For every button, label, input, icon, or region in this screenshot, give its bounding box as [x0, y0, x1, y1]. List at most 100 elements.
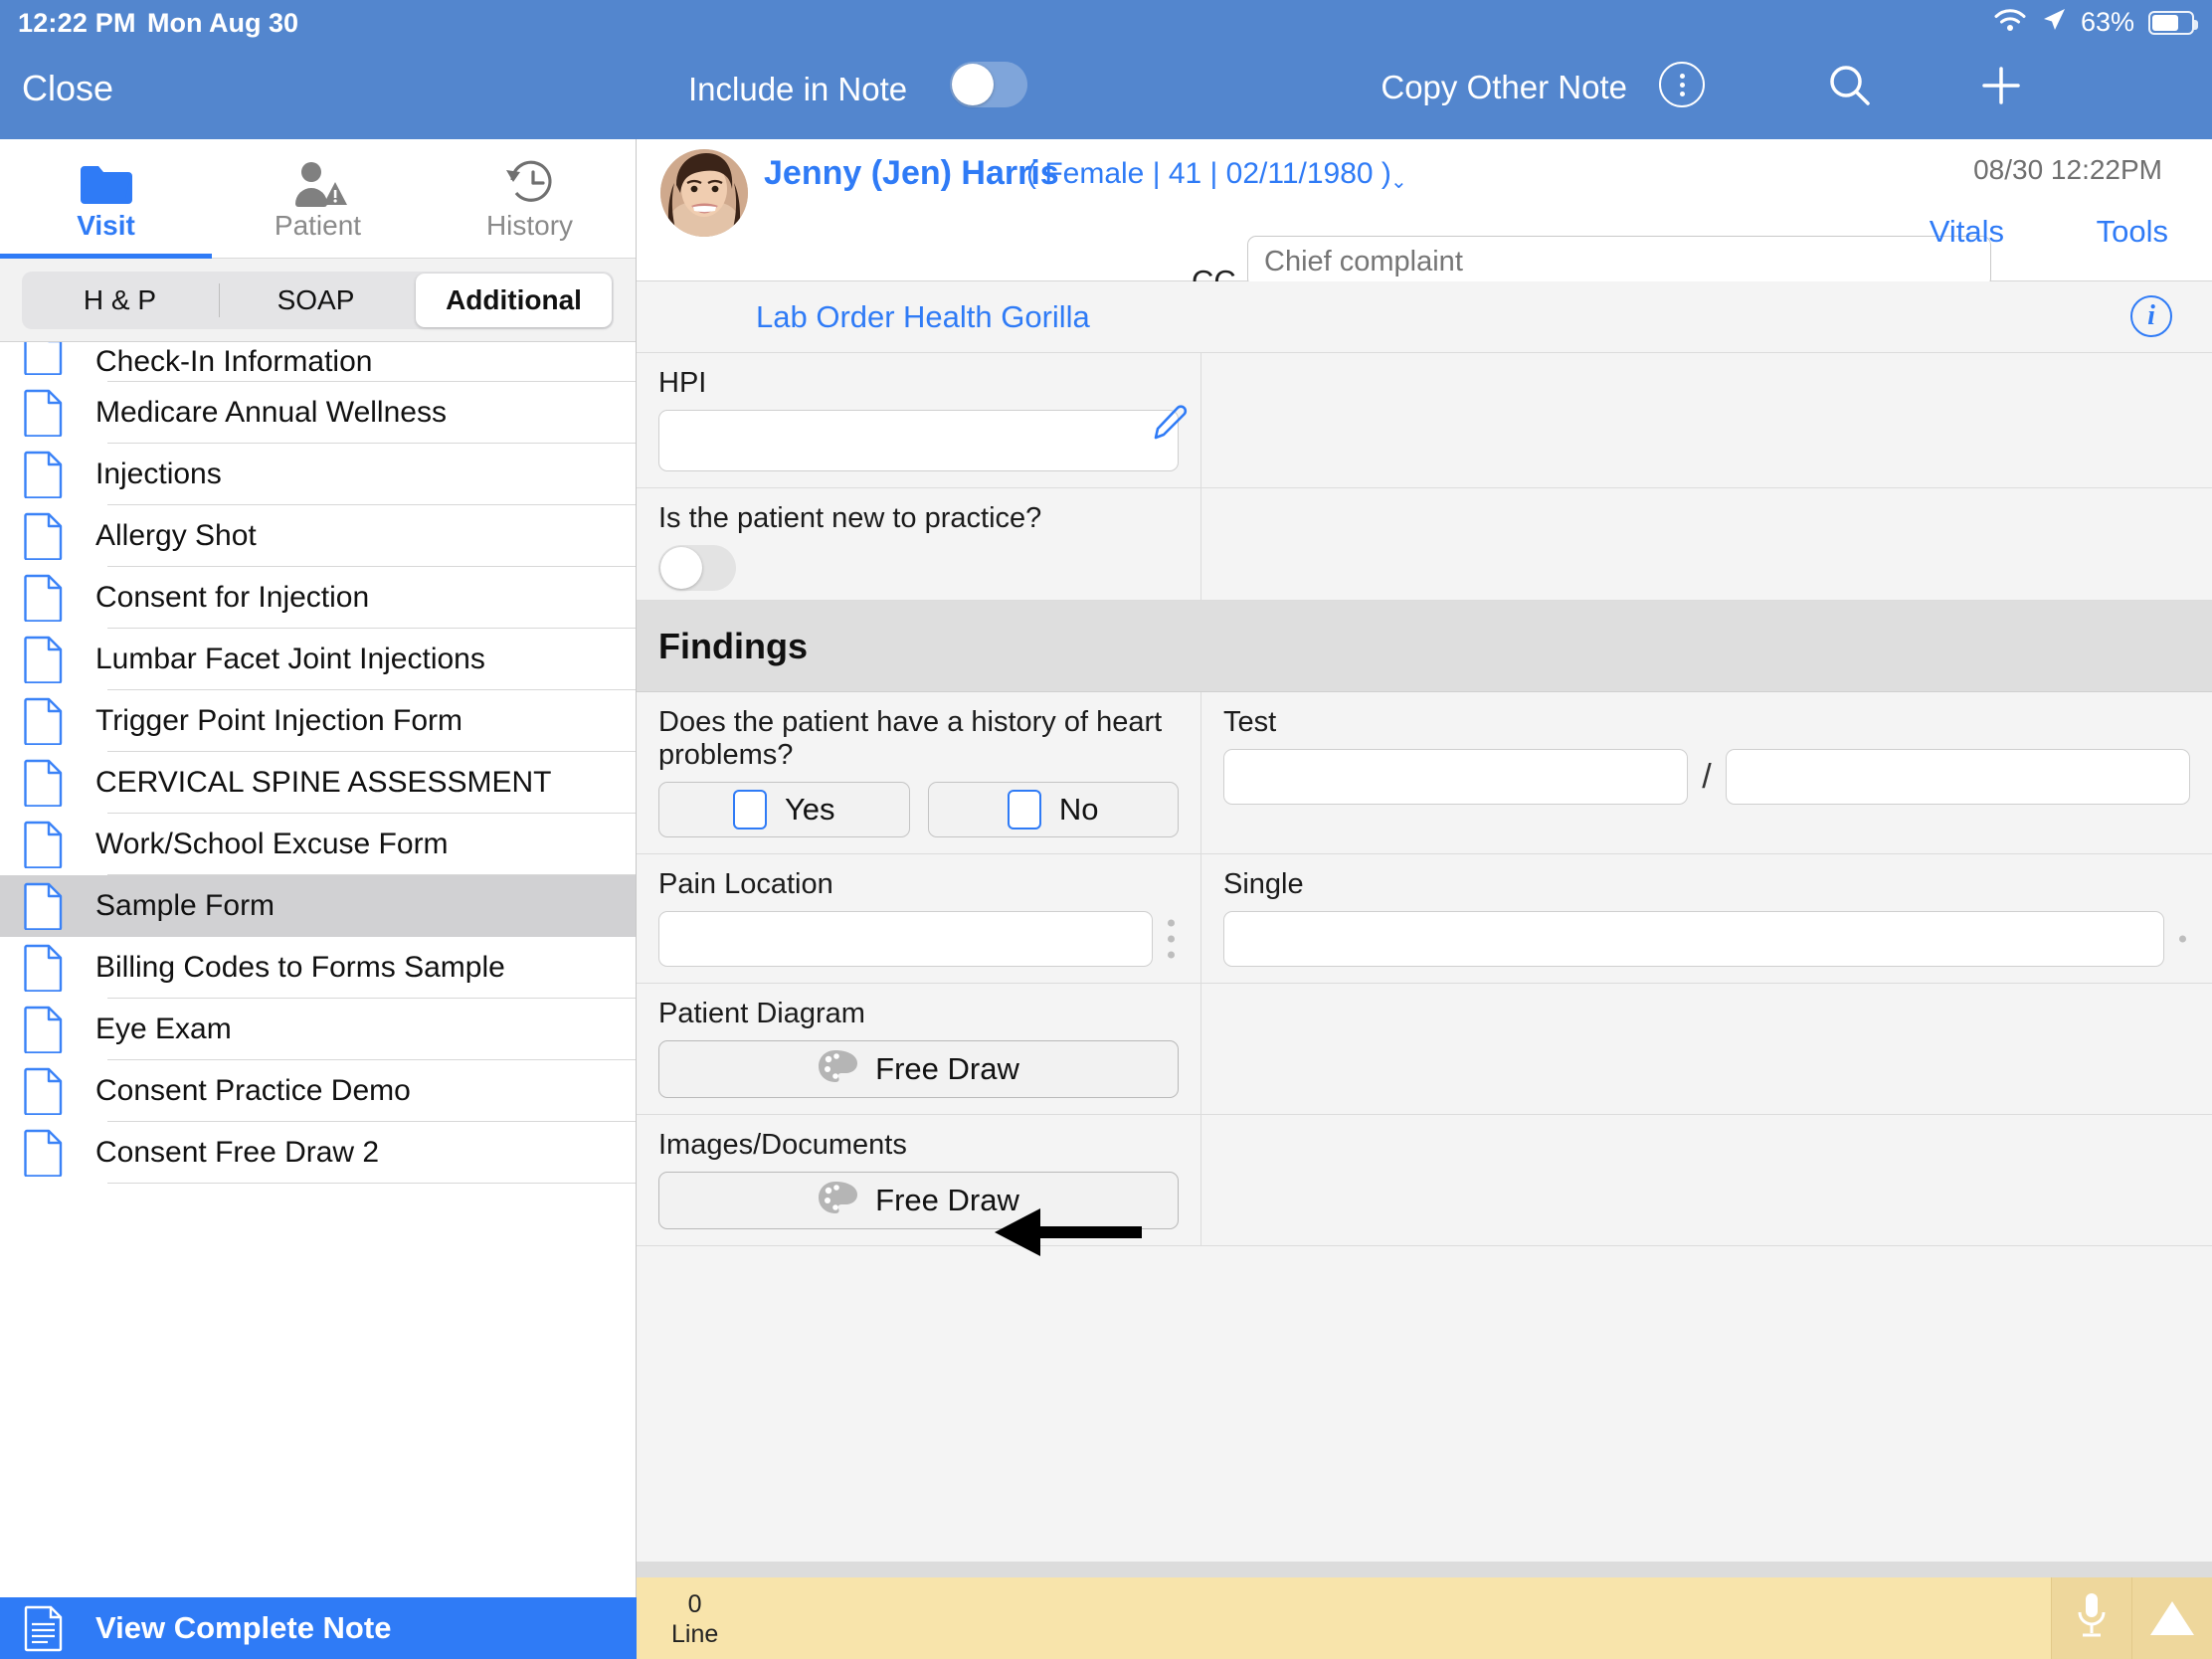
chief-complaint-input[interactable] — [1247, 236, 1991, 287]
chevron-down-icon[interactable]: ⌄ — [1390, 169, 1407, 194]
sidebar-tab-history-label: History — [485, 209, 574, 241]
sidebar-tab-visit[interactable]: Visit — [0, 139, 212, 259]
form-list-item[interactable]: Eye Exam — [0, 999, 636, 1060]
pain-location-cell: Pain Location — [637, 854, 1201, 984]
copy-other-note-button[interactable]: Copy Other Note — [1381, 69, 1627, 106]
form-list-item[interactable]: Allergy Shot — [0, 505, 636, 567]
view-complete-note-label: View Complete Note — [95, 1610, 392, 1645]
form-list-item-label: Trigger Point Injection Form — [95, 704, 463, 737]
document-icon — [24, 512, 64, 560]
form-list-item[interactable]: Billing Codes to Forms Sample — [0, 937, 636, 999]
form-list-item-label: Check-In Information — [95, 345, 373, 378]
wifi-icon — [1993, 7, 2027, 38]
form-list-item-label: Eye Exam — [95, 1013, 232, 1045]
sidebar-tab-visit-label: Visit — [77, 209, 135, 241]
form-list-item-label: CERVICAL SPINE ASSESSMENT — [95, 766, 552, 799]
test-separator: / — [1702, 757, 1712, 796]
checkbox-icon[interactable] — [1007, 790, 1041, 830]
form-list-item-label: Sample Form — [95, 889, 276, 922]
vitals-button[interactable]: Vitals — [1930, 214, 2004, 250]
heart-question-cell: Does the patient have a history of heart… — [637, 692, 1201, 854]
document-icon — [24, 821, 64, 868]
heart-question-no-label: No — [1058, 792, 1099, 827]
form-list-item[interactable]: Work/School Excuse Form — [0, 814, 636, 875]
heart-question-yes-option[interactable]: Yes — [658, 782, 910, 837]
new-patient-toggle[interactable] — [658, 545, 736, 591]
form-list-item[interactable]: CERVICAL SPINE ASSESSMENT — [0, 752, 636, 814]
form-list-item-label: Consent Free Draw 2 — [95, 1136, 380, 1169]
findings-section-title: Findings — [658, 625, 808, 666]
folder-icon — [77, 156, 136, 208]
battery-percent-label: 63% — [2080, 7, 2134, 37]
form-toolbar: Lab Order Health Gorilla i — [637, 281, 2212, 353]
form-list-item[interactable]: Injections — [0, 444, 636, 505]
images-documents-right-blank — [1201, 1115, 2212, 1246]
sidebar-tab-patient[interactable]: Patient — [212, 139, 424, 258]
test-input-right[interactable] — [1725, 749, 2191, 805]
form-list-item[interactable]: Sample Form — [0, 875, 636, 937]
sidebar-tab-history[interactable]: History — [424, 139, 636, 258]
document-icon — [24, 882, 64, 930]
line-count-value: 0 — [687, 1590, 702, 1618]
form-list-item[interactable]: Consent for Injection — [0, 567, 636, 629]
document-icon — [24, 1067, 64, 1115]
tools-button[interactable]: Tools — [2097, 214, 2168, 250]
palette-icon — [818, 1181, 859, 1221]
form-list-item[interactable]: Consent Free Draw 2 — [0, 1122, 636, 1184]
form-list-item[interactable]: Medicare Annual Wellness — [0, 382, 636, 444]
triangle-up-icon — [2150, 1601, 2194, 1635]
form-list-item[interactable]: Consent Practice Demo — [0, 1060, 636, 1122]
info-circle-icon[interactable]: i — [2130, 295, 2172, 337]
document-icon — [24, 1006, 64, 1053]
pain-location-options-icon[interactable] — [1168, 919, 1175, 959]
subtab-additional[interactable]: Additional — [416, 273, 612, 327]
subtab-soap[interactable]: SOAP — [218, 272, 414, 329]
subtab-hp[interactable]: H & P — [22, 272, 218, 329]
images-documents-free-draw-button[interactable]: Free Draw — [658, 1172, 1179, 1229]
close-button[interactable]: Close — [22, 68, 113, 109]
document-icon — [24, 342, 64, 375]
heart-test-row: Does the patient have a history of heart… — [637, 692, 2212, 854]
plus-icon[interactable] — [1977, 62, 2025, 114]
form-list-item[interactable]: Trigger Point Injection Form — [0, 690, 636, 752]
location-arrow-icon — [2041, 7, 2067, 38]
health-gorilla-link[interactable]: Health Gorilla — [903, 299, 1090, 335]
view-complete-note-button[interactable]: View Complete Note — [0, 1597, 637, 1659]
pencil-icon[interactable] — [1147, 400, 1193, 446]
images-documents-free-draw-label: Free Draw — [875, 1183, 1019, 1217]
hpi-row: HPI — [637, 353, 2212, 488]
include-in-note-toggle[interactable] — [950, 62, 1027, 107]
patient-diagram-free-draw-button[interactable]: Free Draw — [658, 1040, 1179, 1098]
patient-name[interactable]: Jenny (Jen) Harris — [764, 154, 1059, 193]
expand-button[interactable] — [2131, 1577, 2212, 1659]
test-input-left[interactable] — [1223, 749, 1689, 805]
note-lines-icon — [24, 1604, 64, 1652]
heart-question-no-option[interactable]: No — [927, 782, 1179, 837]
form-list-item[interactable]: Check-In Information — [0, 342, 636, 382]
avatar[interactable] — [660, 149, 748, 237]
form-list-item[interactable]: Lumbar Facet Joint Injections — [0, 629, 636, 690]
form-list[interactable]: Check-In Information Medicare Annual Well… — [0, 342, 636, 1597]
patient-demographics: ( Female | 41 | 02/11/1980 ) — [1026, 157, 1391, 190]
hpi-input[interactable] — [658, 410, 1179, 471]
document-icon — [24, 759, 64, 807]
sidebar-tabs: Visit Patient History — [0, 139, 636, 259]
patient-diagram-label: Patient Diagram — [658, 998, 865, 1029]
pain-location-input[interactable] — [658, 911, 1153, 967]
pain-single-row: Pain Location Single — [637, 854, 2212, 984]
lab-order-link[interactable]: Lab Order — [756, 299, 895, 335]
more-vertical-circle-icon[interactable] — [1659, 62, 1705, 107]
checkbox-icon[interactable] — [732, 790, 767, 830]
form-list-item-label: Consent Practice Demo — [95, 1074, 411, 1107]
images-documents-cell: Images/Documents Free Draw — [637, 1115, 1201, 1246]
visit-timestamp: 08/30 12:22PM — [1973, 154, 2162, 185]
sidebar-subtabs: H & P SOAP Additional — [0, 259, 636, 342]
single-options-icon[interactable] — [2179, 935, 2186, 943]
hpi-label: HPI — [658, 367, 707, 399]
search-icon[interactable] — [1826, 62, 1874, 114]
single-input[interactable] — [1223, 911, 2164, 967]
test-label: Test — [1223, 706, 1277, 738]
microphone-button[interactable] — [2051, 1577, 2131, 1659]
hpi-right-blank — [1201, 353, 2212, 488]
document-icon — [24, 1129, 64, 1177]
